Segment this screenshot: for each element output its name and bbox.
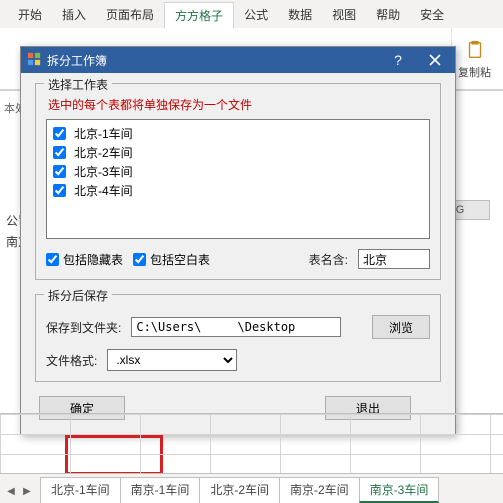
- list-item[interactable]: 北京-4车间: [53, 181, 423, 200]
- list-item-label: 北京-4车间: [74, 182, 133, 199]
- table-name-input[interactable]: [358, 249, 430, 269]
- include-hidden-checkbox[interactable]: 包括隐藏表: [46, 251, 123, 268]
- save-group: 拆分后保存 保存到文件夹: 浏览 文件格式: .xlsx: [35, 294, 441, 382]
- table-name-label: 表名含:: [309, 251, 348, 268]
- list-item-label: 北京-1车间: [74, 125, 133, 142]
- hint-text: 选中的每个表都将单独保存为一个文件: [48, 96, 430, 113]
- nav-next-icon[interactable]: ▶: [20, 483, 34, 499]
- ribbon-tab[interactable]: 插入: [52, 2, 96, 27]
- ribbon-tab[interactable]: 公式: [234, 2, 278, 27]
- list-item[interactable]: 北京-2车间: [53, 143, 423, 162]
- list-item[interactable]: 北京-1车间: [53, 124, 423, 143]
- format-row: 文件格式: .xlsx: [46, 349, 430, 371]
- sheet-tab[interactable]: 南京-1车间: [120, 477, 201, 503]
- include-hidden-label: 包括隐藏表: [63, 251, 123, 268]
- ribbon-tab[interactable]: 安全: [410, 2, 454, 27]
- options-row: 包括隐藏表 包括空白表 表名含:: [46, 249, 430, 269]
- select-sheets-group: 选择工作表 选中的每个表都将单独保存为一个文件 北京-1车间北京-2车间北京-3…: [35, 83, 441, 280]
- file-format-select[interactable]: .xlsx: [107, 349, 237, 371]
- browse-button[interactable]: 浏览: [372, 315, 430, 339]
- dialog-title: 拆分工作簿: [47, 52, 381, 69]
- file-format-label: 文件格式:: [46, 352, 97, 369]
- nav-prev-icon[interactable]: ◀: [4, 483, 18, 499]
- list-item-checkbox[interactable]: [53, 127, 66, 140]
- dialog-titlebar[interactable]: 拆分工作簿 ?: [21, 47, 455, 73]
- list-item[interactable]: 北京-3车间: [53, 162, 423, 181]
- save-group-title: 拆分后保存: [44, 287, 112, 304]
- folder-row: 保存到文件夹: 浏览: [46, 315, 430, 339]
- clipboard-icon: [463, 38, 487, 62]
- help-button[interactable]: ?: [381, 47, 415, 73]
- ribbon-tab[interactable]: 方方格子: [164, 2, 234, 29]
- list-item-label: 北京-3车间: [74, 163, 133, 180]
- copy-group-label: 复制粘: [458, 64, 491, 80]
- grid-background: [0, 413, 503, 473]
- split-workbook-dialog: 拆分工作簿 ? 选择工作表 选中的每个表都将单独保存为一个文件 北京-1车间北京…: [20, 46, 456, 435]
- ribbon-tab[interactable]: 开始: [8, 2, 52, 27]
- list-item-checkbox[interactable]: [53, 146, 66, 159]
- close-button[interactable]: [415, 47, 455, 73]
- ribbon-tab[interactable]: 页面布局: [96, 2, 164, 27]
- ribbon-tab[interactable]: 帮助: [366, 2, 410, 27]
- sheet-tab[interactable]: 南京-2车间: [279, 477, 360, 503]
- select-sheets-title: 选择工作表: [44, 76, 112, 93]
- sheet-tab[interactable]: 北京-2车间: [199, 477, 280, 503]
- include-blank-checkbox[interactable]: 包括空白表: [133, 251, 210, 268]
- save-folder-label: 保存到文件夹:: [46, 319, 121, 336]
- sheet-nav: ◀ ▶: [4, 483, 34, 499]
- dialog-body: 选择工作表 选中的每个表都将单独保存为一个文件 北京-1车间北京-2车间北京-3…: [21, 73, 455, 434]
- sheet-tab[interactable]: 南京-3车间: [359, 477, 440, 503]
- list-item-checkbox[interactable]: [53, 165, 66, 178]
- list-item-checkbox[interactable]: [53, 184, 66, 197]
- list-item-label: 北京-2车间: [74, 144, 133, 161]
- include-blank-label: 包括空白表: [150, 251, 210, 268]
- sheet-tab-bar: ◀ ▶ 北京-1车间南京-1车间北京-2车间南京-2车间南京-3车间: [0, 473, 503, 503]
- ribbon-tab[interactable]: 数据: [278, 2, 322, 27]
- ribbon-tabs: 开始插入页面布局方方格子公式数据视图帮助安全: [0, 0, 503, 28]
- app-icon: [27, 52, 41, 69]
- ribbon-tab[interactable]: 视图: [322, 2, 366, 27]
- sheet-tab[interactable]: 北京-1车间: [40, 477, 121, 503]
- sheet-list[interactable]: 北京-1车间北京-2车间北京-3车间北京-4车间: [46, 119, 430, 239]
- copy-paste-group[interactable]: 复制粘: [451, 28, 497, 89]
- save-folder-input[interactable]: [131, 317, 341, 337]
